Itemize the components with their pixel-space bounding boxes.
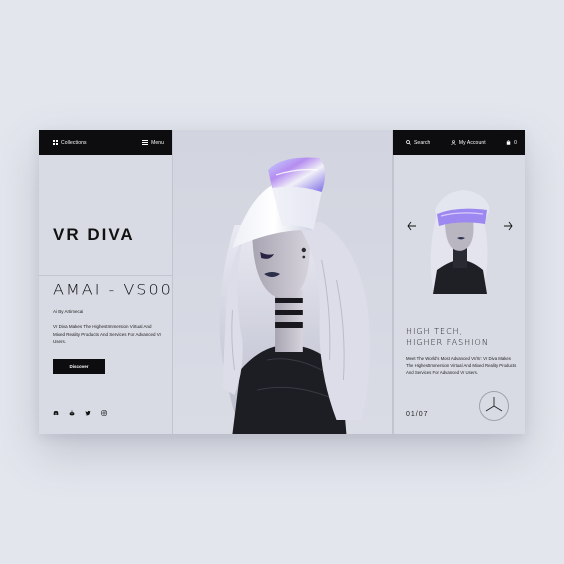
discover-button[interactable]: Discover <box>53 359 105 374</box>
cart-button[interactable]: 0 <box>506 140 517 146</box>
discord-icon[interactable] <box>53 410 59 416</box>
product-thumbnail[interactable] <box>423 170 497 294</box>
social-links <box>53 410 107 416</box>
user-icon <box>451 140 456 145</box>
tagline-line1: HIGH TECH, <box>406 327 464 336</box>
instagram-icon[interactable] <box>101 410 107 416</box>
next-arrow[interactable] <box>503 221 513 231</box>
right-nav-bar: Search My Account 0 <box>393 130 525 155</box>
tagline-line2: HIGHER FASHION <box>406 338 489 347</box>
hero-description: Vr Diva Makes The HighestImmersion Virtu… <box>53 324 162 344</box>
collections-label: Collections <box>61 139 87 146</box>
twitter-icon[interactable] <box>85 410 91 416</box>
reddit-icon[interactable] <box>69 410 75 416</box>
grid-icon <box>53 140 58 145</box>
left-nav-bar: Collections Menu <box>39 130 172 155</box>
slide-counter: 01/07 <box>406 411 429 418</box>
account-link[interactable]: My Account <box>451 140 486 146</box>
divider <box>393 130 394 434</box>
account-label: My Account <box>458 139 486 146</box>
hero-card: Collections Menu VR DIVA AMAI - VS00001 … <box>39 130 525 434</box>
brand-logo[interactable]: VR DIVA <box>53 225 135 245</box>
hero-image <box>172 130 393 434</box>
side-description: Meet The World's Most Advanced Vr/Xr: Vr… <box>406 356 517 375</box>
search-label: Search <box>414 139 431 146</box>
menu-label: Menu <box>151 139 164 146</box>
rotate-dial-button[interactable] <box>479 391 509 421</box>
divider <box>39 275 172 276</box>
right-panel: Search My Account 0 HIGH TECH, HIGHER FA… <box>393 130 525 434</box>
search-icon <box>406 140 411 145</box>
search-button[interactable]: Search <box>406 140 430 146</box>
tri-arrow-icon <box>485 397 503 412</box>
prev-arrow[interactable] <box>407 221 417 231</box>
left-panel: Collections Menu VR DIVA AMAI - VS00001 … <box>39 130 207 434</box>
author-credit: Ai By Artimecai <box>53 309 84 314</box>
hamburger-icon <box>142 140 149 145</box>
collections-link[interactable]: Collections <box>53 140 87 146</box>
menu-button[interactable]: Menu <box>142 140 164 146</box>
cart-count: 0 <box>514 139 517 146</box>
bag-icon <box>506 140 511 145</box>
